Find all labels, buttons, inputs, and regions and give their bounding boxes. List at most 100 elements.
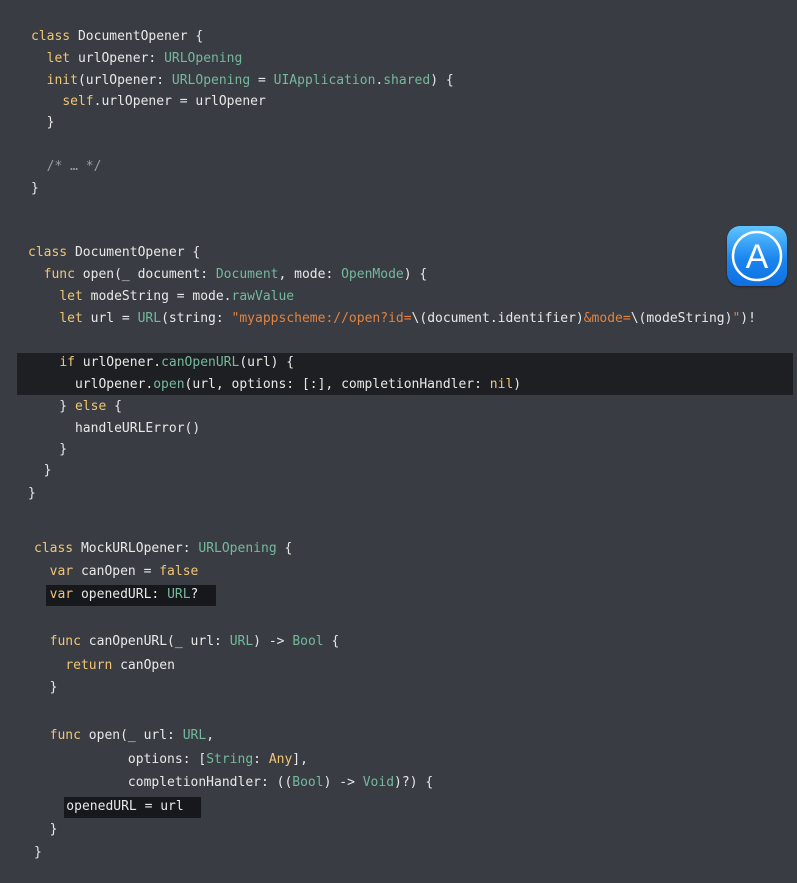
code-line: init(urlOpener: URLOpening = UIApplicati… <box>31 71 454 91</box>
code-line: let urlOpener: URLOpening <box>31 49 243 69</box>
code-token: } <box>28 442 68 457</box>
code-token: "myappscheme://open?id= <box>231 311 412 326</box>
code-token: DocumentOpener { <box>67 245 201 260</box>
code-token: Bool <box>292 634 324 649</box>
code-token: canOpen <box>112 658 175 673</box>
code-token: func <box>49 634 81 649</box>
code-token: { <box>106 399 122 414</box>
code-line: } <box>28 461 52 481</box>
code-token: URLOpening <box>171 73 251 88</box>
code-token: let <box>59 311 83 326</box>
code-token: } <box>34 845 42 860</box>
code-token: } <box>34 680 58 695</box>
code-token: canOpenURL <box>161 355 240 370</box>
code-token: urlOpener: <box>70 51 165 66</box>
code-line: var canOpen = false <box>34 562 199 582</box>
code-token: ], <box>292 752 308 767</box>
code-token: )?) { <box>394 775 434 790</box>
code-line: var openedURL: URL? <box>34 585 199 605</box>
code-token: )! <box>740 311 756 326</box>
code-token: return <box>65 658 113 673</box>
code-token: \(modeString) <box>630 311 733 326</box>
code-line: return canOpen <box>34 656 175 676</box>
code-token: let <box>46 51 71 66</box>
code-token: : <box>253 752 269 767</box>
code-token: url = <box>82 311 138 326</box>
code-token: URL <box>229 634 254 649</box>
code-token: Any <box>268 752 293 767</box>
code-token: class <box>28 245 68 260</box>
code-token: OpenMode <box>341 267 404 282</box>
code-line: completionHandler: ((Bool) -> Void)?) { <box>34 773 433 793</box>
code-line: if urlOpener.canOpenURL(url) { <box>28 353 294 373</box>
code-line: options: [String: Any], <box>34 750 308 770</box>
code-token: else <box>74 399 107 414</box>
code-line: self.urlOpener = urlOpener <box>31 92 266 112</box>
code-token: } <box>28 399 75 414</box>
code-token: (url, options: [:], completionHandler: <box>184 377 490 392</box>
code-token: modeString = mode. <box>82 289 232 304</box>
code-token: } <box>34 822 58 837</box>
code-token: ) { <box>403 267 428 282</box>
code-token: var <box>49 564 74 579</box>
code-token: options: [ <box>34 752 207 767</box>
code-token: canOpen = <box>73 564 160 579</box>
code-token: self <box>62 94 94 109</box>
code-token: shared <box>383 73 431 88</box>
code-line: func canOpenURL(_ url: URL) -> Bool { <box>34 632 340 652</box>
code-token: &mode= <box>583 311 631 326</box>
code-token: open(_ url: <box>80 728 183 743</box>
code-line: } <box>28 484 36 504</box>
code-token: class <box>31 29 71 44</box>
code-line: class MockURLOpener: URLOpening { <box>34 539 292 559</box>
code-token: canOpenURL(_ url: <box>80 634 230 649</box>
code-line: } <box>31 179 39 199</box>
code-line: } else { <box>28 397 122 417</box>
code-token: = <box>250 73 274 88</box>
code-token: (url) { <box>239 355 295 370</box>
code-token: } <box>28 486 36 501</box>
code-token: MockURLOpener: <box>73 541 199 556</box>
code-token: false <box>159 564 199 579</box>
code-token: ) { <box>430 73 454 88</box>
code-token: if <box>59 355 75 370</box>
code-token: (string: <box>161 311 232 326</box>
code-token: } <box>31 115 55 130</box>
code-token: DocumentOpener { <box>70 29 204 44</box>
code-token: Void <box>362 775 395 790</box>
code-token: completionHandler: (( <box>34 775 293 790</box>
code-token: /* … */ <box>46 159 102 174</box>
code-token: handleURLError() <box>28 421 201 436</box>
code-line: let url = URL(string: "myappscheme://ope… <box>28 309 756 329</box>
code-token: init <box>46 73 78 88</box>
code-line: let modeString = mode.rawValue <box>28 287 294 307</box>
code-token: \(document.identifier) <box>411 311 584 326</box>
code-line: class DocumentOpener { <box>28 243 200 263</box>
code-token: urlOpener. <box>28 377 154 392</box>
code-token: rawValue <box>231 289 295 304</box>
code-token: ) <box>513 377 522 392</box>
code-token: { <box>276 541 293 556</box>
code-line: class DocumentOpener { <box>31 27 203 47</box>
code-token: Document <box>215 267 279 282</box>
code-token: , <box>206 728 215 743</box>
code-token: ) -> <box>323 775 363 790</box>
code-token: class <box>34 541 74 556</box>
app-icon-glyph: A <box>746 238 769 276</box>
code-token: URLOpening <box>164 51 243 66</box>
code-line: } <box>31 113 55 133</box>
code-line: func open(_ url: URL, <box>34 726 214 746</box>
code-line: } <box>34 678 58 698</box>
